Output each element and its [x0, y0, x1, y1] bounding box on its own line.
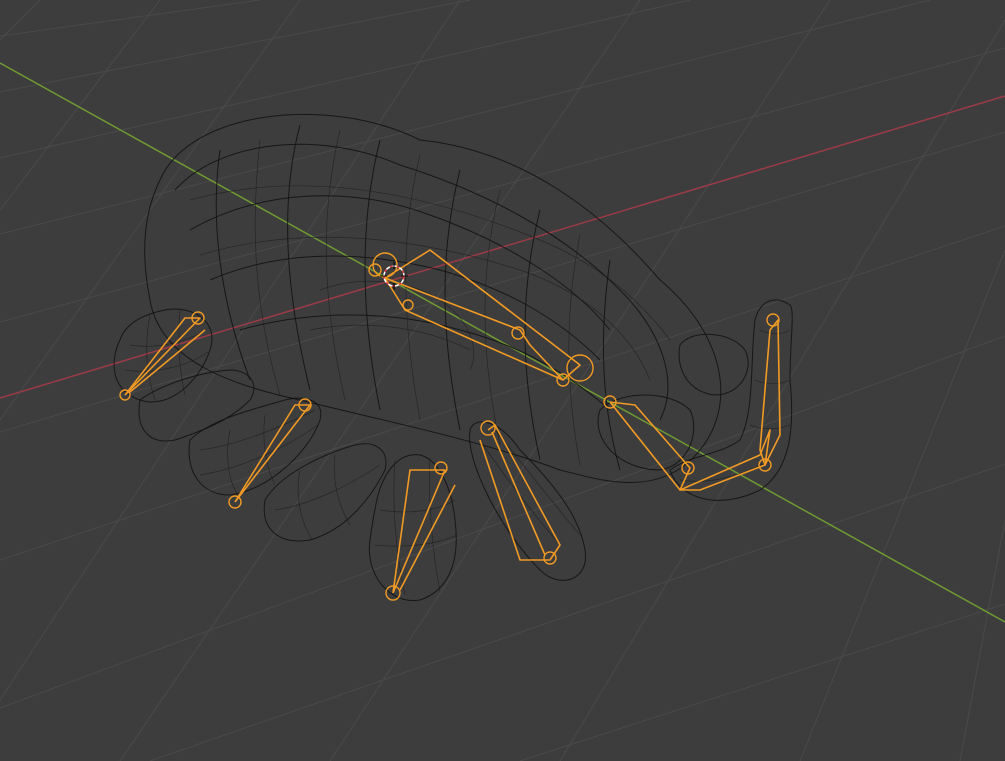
floor-grid: [0, 0, 1005, 761]
hand-mesh-wireframe[interactable]: [113, 113, 793, 602]
3d-viewport[interactable]: [0, 0, 1005, 761]
viewport-canvas[interactable]: [0, 0, 1005, 761]
bone-joint-palm-tip: [566, 354, 594, 382]
y-axis-line: [0, 62, 1005, 623]
bone-thumb-tip: [759, 319, 781, 466]
armature[interactable]: [119, 249, 781, 601]
bone-finger-curled: [479, 424, 561, 561]
bone-finger-ring: [234, 404, 311, 503]
bone-thumb-base: [609, 401, 691, 491]
